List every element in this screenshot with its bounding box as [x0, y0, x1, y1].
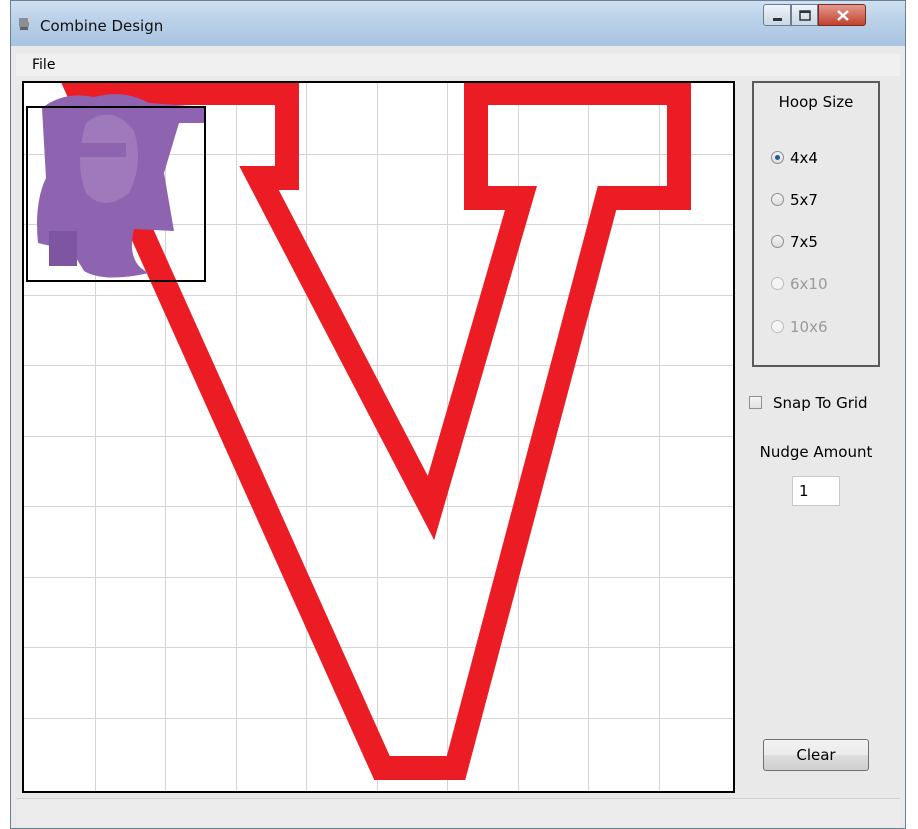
radio-icon	[771, 320, 784, 333]
monogram-design[interactable]	[37, 94, 204, 278]
combine-design-window: Combine Design File Hoop Size 4x4 5x7 7x…	[10, 0, 906, 829]
radio-icon	[771, 277, 784, 290]
radio-selected-icon	[771, 151, 784, 164]
hoop-size-title: Hoop Size	[778, 93, 854, 111]
app-icon	[19, 16, 31, 30]
maximize-button[interactable]	[791, 4, 818, 26]
minimize-icon	[773, 18, 782, 21]
close-button[interactable]	[818, 4, 866, 26]
status-bar	[16, 798, 900, 827]
design-canvas-svg	[24, 83, 733, 791]
window-title: Combine Design	[40, 17, 164, 35]
checkbox-icon	[749, 396, 762, 409]
nudge-amount-label: Nudge Amount	[759, 443, 873, 461]
maximize-icon	[799, 10, 811, 21]
nudge-amount-input[interactable]	[792, 476, 840, 506]
menu-bar: File	[16, 54, 900, 76]
hoop-size-group: Hoop Size 4x4 5x7 7x5 6x10 10x6	[752, 81, 880, 367]
clear-button[interactable]: Clear	[763, 739, 869, 771]
close-icon	[837, 10, 849, 21]
minimize-button[interactable]	[763, 4, 791, 26]
radio-icon	[771, 235, 784, 248]
menu-file[interactable]: File	[32, 57, 55, 73]
radio-icon	[771, 193, 784, 206]
design-canvas[interactable]	[22, 81, 735, 793]
title-bar[interactable]: Combine Design	[11, 1, 905, 46]
